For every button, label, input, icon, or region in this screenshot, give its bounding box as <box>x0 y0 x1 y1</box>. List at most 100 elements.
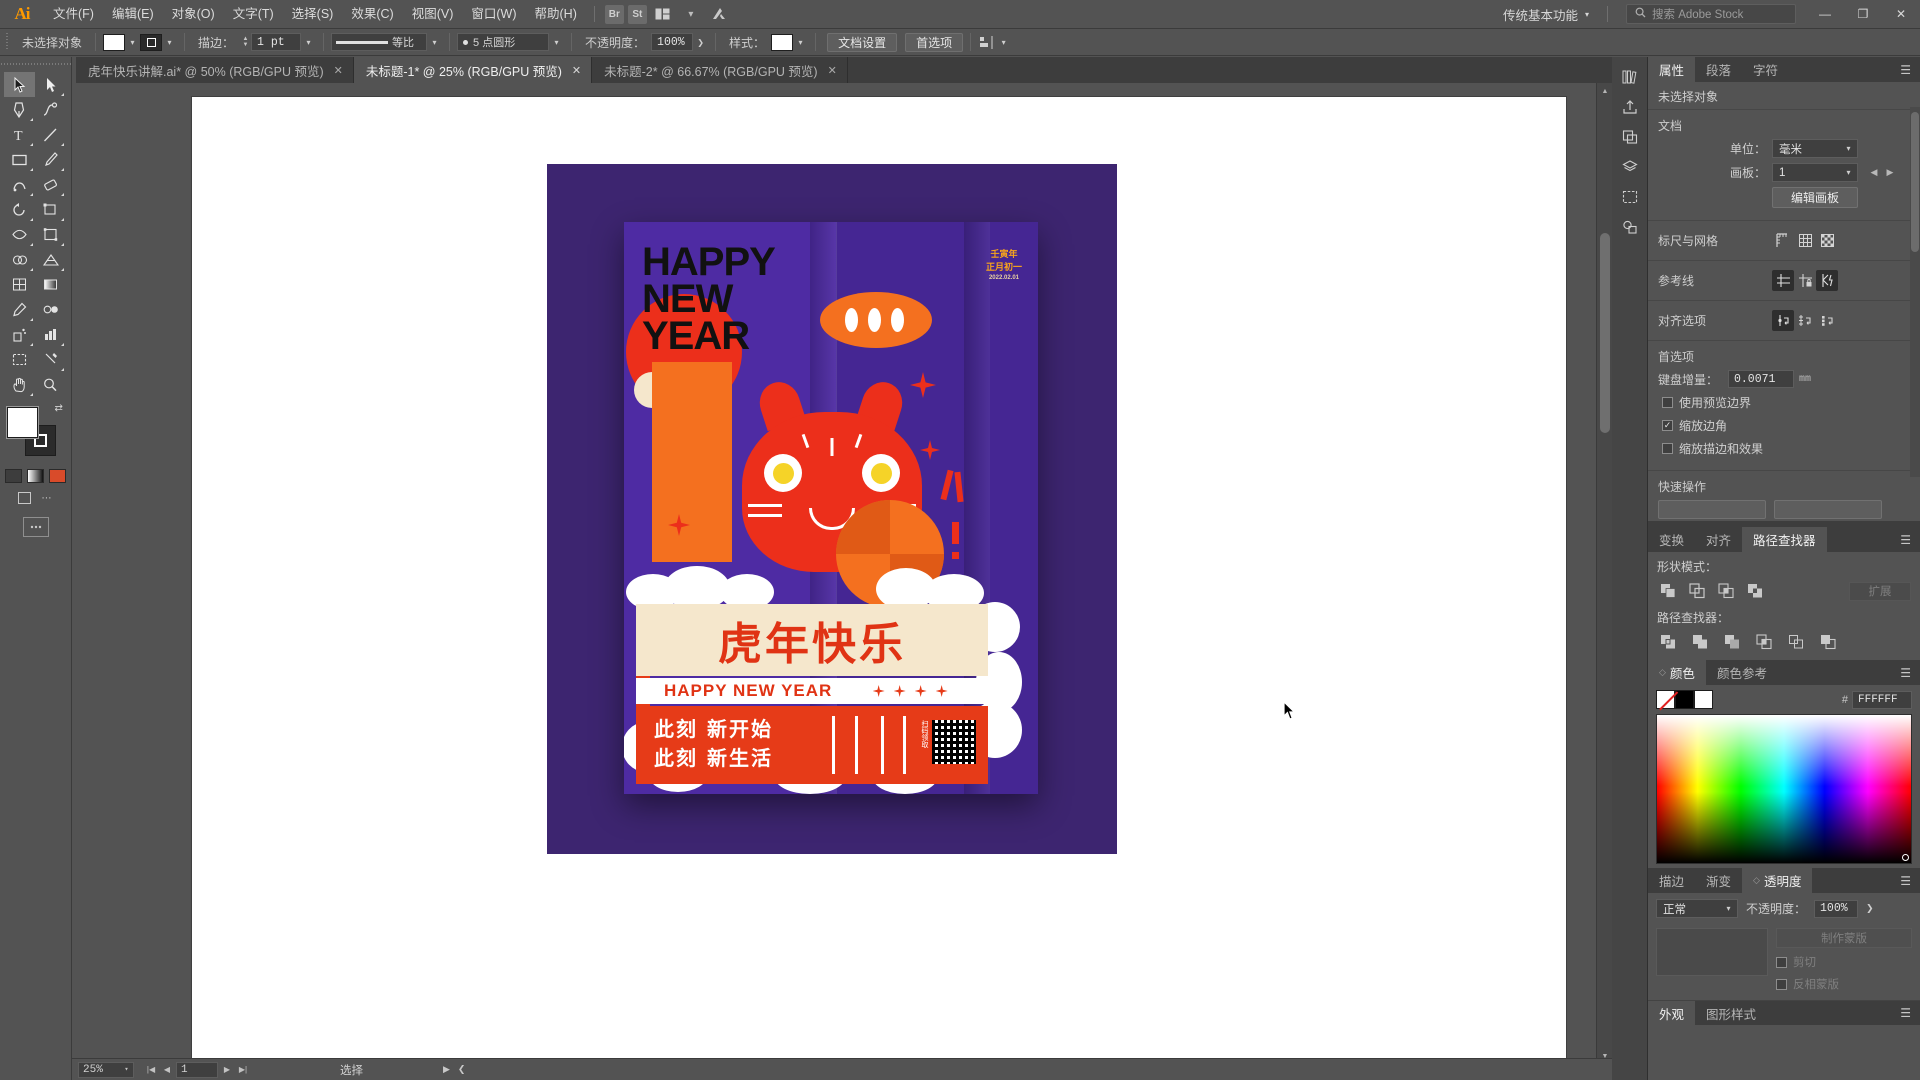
next-artboard-arrow[interactable]: ▶ <box>1882 164 1898 182</box>
menu-object[interactable]: 对象(O) <box>163 0 224 29</box>
fill-swatch[interactable] <box>103 33 126 51</box>
grid-icon[interactable] <box>1794 230 1816 251</box>
quick-action-button-1[interactable] <box>1658 500 1766 519</box>
scale-tool[interactable] <box>35 197 66 222</box>
quick-action-button-2[interactable] <box>1774 500 1882 519</box>
blend-mode-select[interactable]: 正常 ▾ <box>1656 899 1738 918</box>
align-chevron-down-icon[interactable]: ▾ <box>996 34 1011 51</box>
artboard[interactable]: HAPPY NEW YEAR 壬寅年 正月初一 2022.02.01 虎年快乐 … <box>192 97 1566 1060</box>
style-chevron-down-icon[interactable]: ▾ <box>793 34 808 51</box>
selection-tool[interactable] <box>4 72 35 97</box>
control-bar-grip[interactable] <box>4 33 12 51</box>
change-screen-mode-icon[interactable] <box>17 491 33 505</box>
first-artboard-button[interactable]: |◀ <box>144 1062 158 1078</box>
none-mode-icon[interactable] <box>49 469 66 483</box>
scale-strokes-checkbox-row[interactable]: 缩放描边和效果 <box>1662 440 1910 457</box>
invert-mask-checkbox-row[interactable]: 反相蒙版 <box>1776 976 1912 992</box>
tab-graphic-styles[interactable]: 图形样式 <box>1695 1001 1768 1025</box>
chevron-down-icon[interactable]: ▾ <box>679 5 703 24</box>
make-mask-button[interactable]: 制作蒙版 <box>1776 928 1912 948</box>
canvas-area[interactable]: HAPPY NEW YEAR 壬寅年 正月初一 2022.02.01 虎年快乐 … <box>72 83 1612 1080</box>
gradient-mode-icon[interactable] <box>27 469 44 483</box>
stroke-chevron-down-icon[interactable]: ▾ <box>162 34 177 51</box>
hand-tool[interactable] <box>4 372 35 397</box>
exclude-icon[interactable] <box>1744 581 1767 601</box>
mask-thumbnail[interactable] <box>1656 928 1768 976</box>
eraser-tool[interactable] <box>35 172 66 197</box>
scale-strokes-checkbox[interactable] <box>1662 443 1673 454</box>
direct-selection-tool[interactable] <box>35 72 66 97</box>
menu-view[interactable]: 视图(V) <box>403 0 463 29</box>
minus-back-icon[interactable] <box>1817 632 1840 652</box>
invert-mask-checkbox[interactable] <box>1776 978 1787 990</box>
rotate-tool[interactable] <box>4 197 35 222</box>
blend-tool[interactable] <box>35 297 66 322</box>
tab-properties[interactable]: 属性 <box>1648 57 1696 82</box>
tab-transform[interactable]: 变换 <box>1648 527 1696 552</box>
curvature-tool[interactable] <box>35 97 66 122</box>
lock-guides-icon[interactable] <box>1794 270 1816 291</box>
transparency-opacity-input[interactable]: 100% <box>1814 899 1859 918</box>
color-spectrum[interactable] <box>1656 714 1912 864</box>
stroke-weight-input[interactable]: 1 pt <box>251 33 302 51</box>
hex-input[interactable]: FFFFFF <box>1852 690 1912 709</box>
preferences-button[interactable]: 首选项 <box>905 32 964 52</box>
black-swatch[interactable] <box>1675 690 1694 709</box>
transparency-grid-icon[interactable] <box>1816 230 1838 251</box>
panel-menu-icon[interactable]: ☰ <box>1891 57 1920 82</box>
column-graph-tool[interactable] <box>35 322 66 347</box>
opacity-flyout-icon[interactable]: ❯ <box>1866 903 1874 914</box>
stroke-swatch[interactable] <box>140 33 163 51</box>
menu-edit[interactable]: 编辑(E) <box>103 0 163 29</box>
arrange-documents-icon[interactable] <box>651 5 675 24</box>
artboard-scroll-area[interactable]: HAPPY NEW YEAR 壬寅年 正月初一 2022.02.01 虎年快乐 … <box>72 83 1596 1064</box>
artboard-tool[interactable] <box>4 347 35 372</box>
minimize-button[interactable]: — <box>1806 0 1844 29</box>
pathfinder-menu-icon[interactable]: ☰ <box>1891 527 1920 552</box>
stroke-weight-chevron-down-icon[interactable]: ▾ <box>301 34 316 51</box>
close-icon[interactable]: ✕ <box>828 64 837 77</box>
brush-chevron-down-icon[interactable]: ▾ <box>549 34 564 51</box>
preview-bounds-checkbox[interactable] <box>1662 397 1673 408</box>
transparency-menu-icon[interactable]: ☰ <box>1891 868 1920 893</box>
tab-appearance[interactable]: 外观 <box>1648 1001 1696 1025</box>
tab-stroke[interactable]: 描边 <box>1648 868 1696 893</box>
brush-definition-select[interactable]: 5 点圆形 <box>457 33 550 51</box>
stroke-weight-stepper[interactable]: ▲ ▼ <box>240 34 251 51</box>
poster-mockup[interactable]: HAPPY NEW YEAR 壬寅年 正月初一 2022.02.01 虎年快乐 … <box>547 164 1117 854</box>
divide-icon[interactable] <box>1657 632 1680 652</box>
keyboard-increment-input[interactable]: 0.0071 <box>1728 370 1794 388</box>
graphic-style-swatch[interactable] <box>771 33 794 51</box>
width-tool[interactable] <box>4 222 35 247</box>
snap-to-pixel-icon[interactable] <box>1816 310 1838 331</box>
close-icon[interactable]: ✕ <box>334 64 343 77</box>
eyedropper-tool[interactable] <box>4 297 35 322</box>
stock-icon[interactable]: St <box>627 4 647 24</box>
close-button[interactable]: ✕ <box>1882 0 1920 29</box>
menu-help[interactable]: 帮助(H) <box>526 0 586 29</box>
appearance-menu-icon[interactable]: ☰ <box>1891 1001 1920 1025</box>
snap-to-point-icon[interactable] <box>1772 310 1794 331</box>
line-segment-tool[interactable] <box>35 122 66 147</box>
white-swatch[interactable] <box>1694 690 1713 709</box>
canvas-vertical-scrollbar[interactable]: ▲ ▼ <box>1596 83 1612 1064</box>
menu-file[interactable]: 文件(F) <box>44 0 103 29</box>
none-swatch[interactable] <box>1656 690 1675 709</box>
paintbrush-tool[interactable] <box>35 147 66 172</box>
outline-icon[interactable] <box>1785 632 1808 652</box>
shape-builder-tool[interactable] <box>4 247 35 272</box>
menu-select[interactable]: 选择(S) <box>283 0 343 29</box>
document-setup-button[interactable]: 文档设置 <box>827 32 898 52</box>
perspective-grid-tool[interactable] <box>35 247 66 272</box>
previous-artboard-arrow[interactable]: ◀ <box>1866 164 1882 182</box>
document-tab-1[interactable]: 虎年快乐讲解.ai* @ 50% (RGB/GPU 预览) ✕ <box>76 57 354 83</box>
color-panel-menu-icon[interactable]: ☰ <box>1891 660 1920 685</box>
artboards-icon[interactable] <box>1615 183 1645 211</box>
tab-transparency[interactable]: ◇ 透明度 <box>1742 868 1813 893</box>
show-guides-icon[interactable] <box>1772 270 1794 291</box>
tab-character[interactable]: 字符 <box>1742 57 1790 82</box>
fill-chevron-down-icon[interactable]: ▾ <box>125 34 140 51</box>
restore-button[interactable]: ❐ <box>1844 0 1882 29</box>
mesh-tool[interactable] <box>4 272 35 297</box>
trim-icon[interactable] <box>1689 632 1712 652</box>
